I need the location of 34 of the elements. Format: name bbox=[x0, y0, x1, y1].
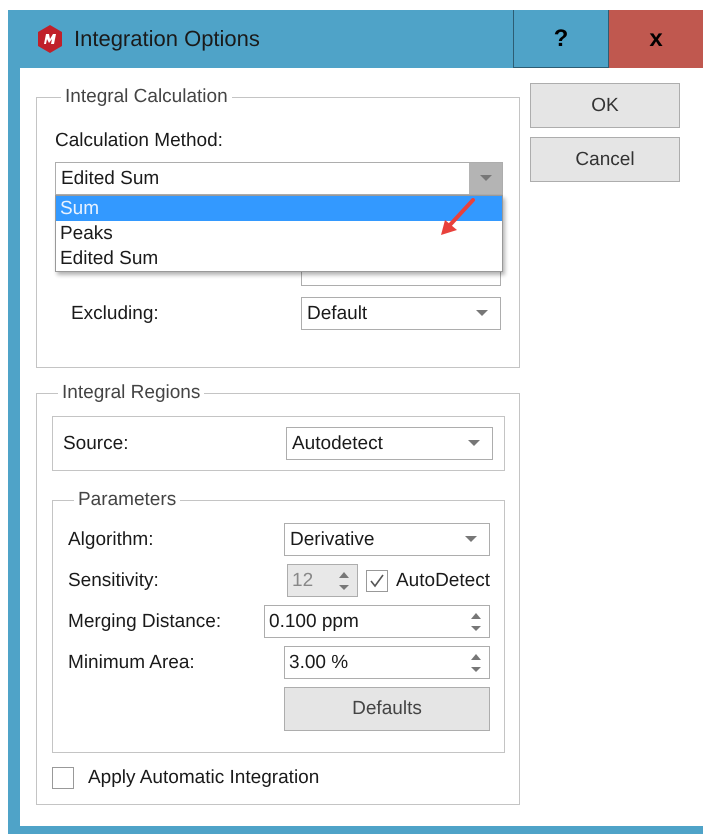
window-title: Integration Options bbox=[74, 26, 261, 52]
dropdown-caret-icon bbox=[480, 175, 492, 182]
spin-arrows-icon[interactable] bbox=[471, 610, 481, 632]
checkbox-label: Apply Automatic Integration bbox=[88, 767, 320, 789]
dialog-button[interactable]: Cancel bbox=[530, 137, 680, 182]
field-label: Sensitivity: bbox=[68, 570, 159, 592]
help-button[interactable]: ? bbox=[513, 10, 608, 68]
field-label: Calculation Method: bbox=[55, 130, 223, 152]
defaults-button[interactable]: Defaults bbox=[284, 687, 490, 731]
spin-field[interactable]: 0.100 ppm bbox=[264, 605, 490, 638]
group-title: Parameters bbox=[77, 489, 178, 511]
dropdown-option[interactable]: Peaks bbox=[56, 221, 502, 246]
dropdown[interactable]: Derivative bbox=[284, 523, 490, 556]
dropdown-caret-icon bbox=[476, 310, 488, 317]
checkbox-label: AutoDetect bbox=[396, 570, 490, 592]
field-label: Source: bbox=[63, 432, 128, 454]
dropdown[interactable]: Autodetect bbox=[286, 427, 493, 460]
group-title: Integral Regions bbox=[61, 382, 202, 404]
close-button[interactable]: x bbox=[608, 10, 703, 68]
dropdown-caret-icon bbox=[468, 440, 480, 447]
dropdown-option[interactable]: Edited Sum bbox=[56, 246, 502, 271]
spin-arrows-icon[interactable] bbox=[471, 652, 481, 674]
dropdown-caret-icon bbox=[465, 536, 477, 543]
method-dropdown[interactable]: Edited Sum bbox=[55, 162, 503, 195]
checkbox[interactable] bbox=[52, 767, 74, 789]
field-label: Minimum Area: bbox=[68, 652, 195, 674]
dialog-button[interactable]: OK bbox=[530, 83, 680, 128]
field-label: Excluding: bbox=[71, 302, 159, 324]
dropdown[interactable]: Default bbox=[301, 297, 501, 330]
app-logo-icon bbox=[36, 24, 64, 54]
group-title: Integral Calculation bbox=[64, 86, 229, 108]
spin-field[interactable]: 3.00 % bbox=[284, 646, 490, 679]
field-label: Algorithm: bbox=[68, 528, 154, 550]
field-label: Merging Distance: bbox=[68, 610, 222, 632]
